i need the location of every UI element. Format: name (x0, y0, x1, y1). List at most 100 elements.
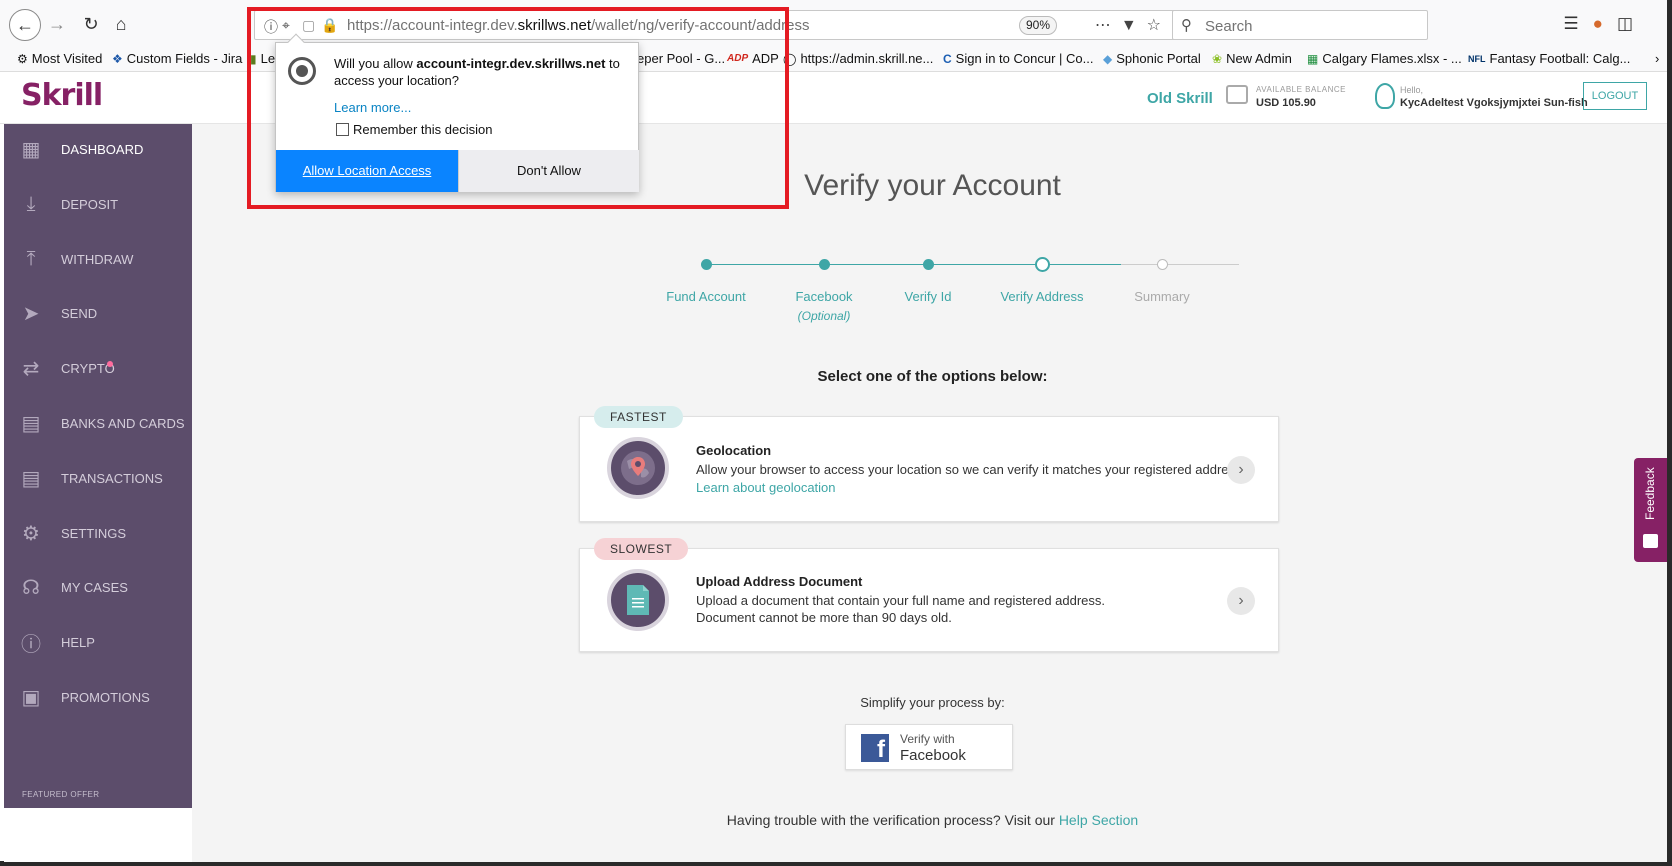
step-dot-fund-account (701, 259, 712, 270)
star-icon[interactable]: ☆ (1147, 17, 1171, 34)
bookmarks-overflow[interactable]: › (1655, 51, 1659, 66)
fastest-badge: FASTEST (594, 406, 683, 428)
back-button[interactable]: ← (9, 9, 41, 41)
featured-offer-box[interactable] (4, 808, 192, 862)
verify-with-facebook-button[interactable]: f Verify with Facebook (845, 724, 1013, 770)
sidebar-item-dashboard[interactable]: ▦ DASHBOARD (4, 124, 192, 174)
learn-more-link[interactable]: Learn more... (334, 100, 411, 115)
chevron-right-icon[interactable]: › (1227, 587, 1255, 615)
simplify-label: Simplify your process by: (860, 695, 1005, 710)
sheet-icon: ▦ (1307, 51, 1319, 66)
chevron-right-icon: › (1655, 51, 1660, 66)
send-icon: ➤ (22, 302, 40, 325)
bookmark-adp[interactable]: ADP ADP (727, 51, 779, 66)
help-icon: ⓘ (21, 633, 41, 656)
allow-location-button[interactable]: Allow Location Access (276, 150, 458, 192)
balance-label: AVAILABLE BALANCE (1256, 85, 1347, 94)
arrow-left-icon: ← (16, 14, 34, 35)
globe-pin-icon (607, 437, 669, 499)
reload-button[interactable]: ↻ (76, 9, 106, 39)
bookmark-sphonic[interactable]: ◆ Sphonic Portal (1103, 51, 1201, 66)
geolocation-option-card[interactable]: FASTEST Geolocation Allow your browser t… (579, 406, 1279, 522)
upload-document-description-1: Upload a document that contain your full… (696, 593, 1106, 608)
location-permission-icon[interactable]: ⌖ (282, 17, 290, 34)
sidebar-item-my-cases[interactable]: ☊ MY CASES (4, 562, 192, 612)
remember-checkbox[interactable] (336, 123, 349, 136)
remember-decision[interactable]: Remember this decision (336, 122, 492, 137)
sidebar-item-crypto[interactable]: ⇄ CRYPTO (4, 343, 192, 393)
crypto-icon: ⇄ (22, 357, 40, 380)
geolocation-title: Geolocation (696, 443, 772, 458)
lock-icon[interactable]: 🔒 (321, 17, 338, 34)
info-icon[interactable]: ⓘ (264, 17, 278, 37)
upload-document-title: Upload Address Document (696, 574, 863, 589)
notification-icon[interactable]: ▢ (302, 17, 315, 34)
bookmark-calgary-flames[interactable]: ▦ Calgary Flames.xlsx - ... (1307, 51, 1462, 66)
old-skrill-link[interactable]: Old Skrill (1147, 90, 1213, 107)
gear-icon: ⚙ (17, 51, 28, 66)
headset-icon: ☊ (22, 576, 40, 599)
forward-button[interactable]: → (42, 9, 72, 39)
step-label-verify-address: Verify Address (1000, 289, 1084, 304)
bookmark-most-visited[interactable]: ⚙ Most Visited (17, 51, 102, 66)
page-actions[interactable]: ⋯▼☆ (1095, 15, 1171, 35)
bookmark-pool[interactable]: eper Pool - G... (637, 51, 725, 66)
step-dot-verify-id (923, 259, 934, 270)
sidebar-item-transactions[interactable]: ▤ TRANSACTIONS (4, 453, 192, 503)
more-icon[interactable]: ⋯ (1095, 17, 1121, 34)
leaf-icon: ❀ (1212, 51, 1223, 66)
sidebar-item-deposit[interactable]: ⤓ DEPOSIT (4, 179, 192, 229)
bookmark-fantasy-football[interactable]: NFL Fantasy Football: Calg... (1468, 51, 1630, 66)
card-icon: ▤ (21, 412, 41, 435)
slowest-badge: SLOWEST (594, 538, 689, 560)
sidebar-icon[interactable]: ◫ (1617, 14, 1647, 33)
dont-allow-button[interactable]: Don't Allow (458, 150, 639, 192)
extension-icon[interactable]: ● (1593, 14, 1617, 33)
learn-geolocation-link[interactable]: Learn about geolocation (696, 480, 836, 495)
library-icon[interactable]: ☰ (1563, 14, 1592, 33)
feedback-icon (1643, 534, 1658, 548)
sidebar-item-settings[interactable]: ⚙ SETTINGS (4, 508, 192, 558)
logout-button[interactable]: LOGOUT (1583, 82, 1647, 110)
location-permission-popup: Will you allow account-integr.dev.skrill… (275, 33, 639, 192)
dashboard-icon: ▦ (21, 138, 41, 161)
url-bar[interactable]: ⓘ ⌖ ▢ 🔒 https://account-integr.dev.skril… (254, 10, 1180, 40)
skrill-logo[interactable]: Skrill (21, 78, 103, 113)
sidebar-item-help[interactable]: ⓘ HELP (4, 617, 192, 667)
feedback-label: Feedback (1643, 467, 1657, 520)
url-text[interactable]: https://account-integr.dev.skrillws.net/… (347, 17, 809, 34)
home-icon: ⌂ (115, 13, 127, 34)
bookmark-admin-skrill[interactable]: ◯ https://admin.skrill.ne... (783, 51, 933, 66)
page-icon: ▮ (250, 51, 257, 66)
bookmark-jira[interactable]: ❖ Custom Fields - Jira (112, 51, 242, 66)
bookmark-new-admin[interactable]: ❀ New Admin (1212, 51, 1292, 66)
sidebar-item-withdraw[interactable]: ⤒ WITHDRAW (4, 234, 192, 284)
home-button[interactable]: ⌂ (106, 9, 136, 39)
step-label-verify-id: Verify Id (904, 289, 952, 304)
chevron-right-icon[interactable]: › (1227, 456, 1255, 484)
jira-icon: ❖ (112, 51, 123, 66)
help-section-link[interactable]: Help Section (1059, 812, 1138, 828)
browser-toolbar: ← → ↻ ⌂ ⓘ ⌖ ▢ 🔒 https://account-integr.d… (0, 0, 1667, 48)
search-placeholder[interactable]: Search (1205, 18, 1253, 35)
step-label-summary: Summary (1134, 289, 1190, 304)
step-label-facebook: Facebook (795, 289, 853, 304)
hello-label: Hello, (1400, 85, 1424, 95)
sidebar-item-promotions[interactable]: ▣ PROMOTIONS (4, 672, 192, 722)
balance-value: USD 105.90 (1256, 97, 1316, 109)
feedback-tab[interactable]: Feedback (1634, 458, 1667, 562)
permission-question: Will you allow account-integr.dev.skrill… (334, 56, 620, 88)
sidebar-item-banks-and-cards[interactable]: ▤ BANKS AND CARDS (4, 398, 192, 448)
main-content: Verify your Account Fund Account Faceboo… (192, 124, 1667, 862)
facebook-icon: f (861, 734, 889, 763)
sidebar-item-send[interactable]: ➤ SEND (4, 288, 192, 338)
wallet-icon (1226, 85, 1248, 104)
pocket-icon[interactable]: ▼ (1121, 17, 1147, 34)
upload-document-option-card[interactable]: SLOWEST Upload Address Document Upload a… (579, 538, 1279, 652)
bookmark-concur[interactable]: C Sign in to Concur | Co... (943, 51, 1093, 66)
bookmark-le[interactable]: ▮ Le (250, 51, 275, 66)
zoom-badge[interactable]: 90% (1019, 16, 1057, 35)
search-bar[interactable]: ⚲ Search (1172, 10, 1428, 40)
upload-document-description-2: Document cannot be more than 90 days old… (696, 610, 952, 625)
new-badge-dot (107, 361, 113, 367)
